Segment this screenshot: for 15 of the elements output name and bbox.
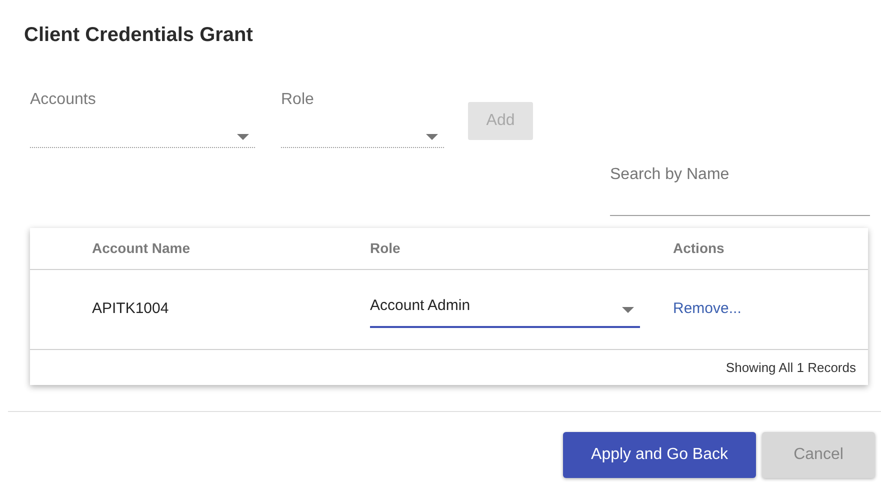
column-header: Account Name [92,239,192,258]
records-count: Showing All 1 Records [726,358,856,377]
field-label: Accounts [30,90,97,110]
role-select[interactable]: Account Admin [370,292,640,328]
caret-icon [237,134,249,140]
caret-icon [622,306,634,312]
column-header: Actions [673,239,724,258]
remove-link[interactable]: Remove... [673,298,742,321]
dialog-title: Client Credentials Grant [24,23,253,48]
column-header: Role [370,239,402,258]
search-field[interactable]: Search by Name [610,160,870,216]
table-cell-text: APITK1004 [92,299,170,320]
apply-button[interactable]: Apply and Go Back [563,432,756,478]
field-label: Role [281,90,315,110]
caret-icon [426,134,438,140]
